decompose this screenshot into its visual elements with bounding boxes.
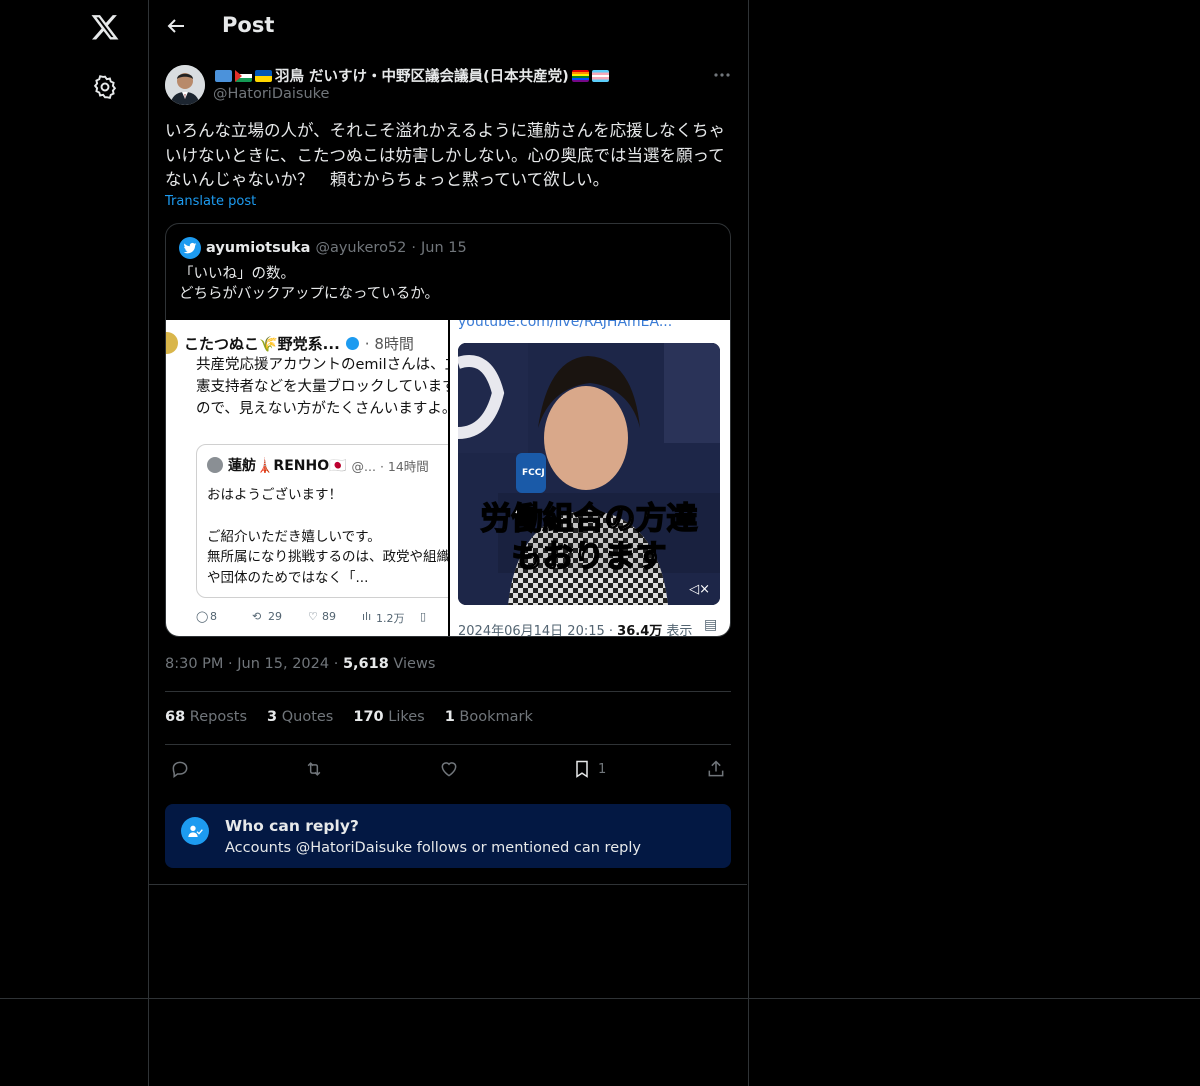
- who-can-reply-box: Who can reply? Accounts @HatoriDaisuke f…: [165, 804, 731, 868]
- left-stat-repost-icon: ⟲: [252, 610, 262, 623]
- left-inner-author-row: 蓮舫🗼RENHO🇯🇵 @... · 14時間: [207, 455, 429, 475]
- reply-icon: [172, 761, 188, 778]
- right-img-footer-label: 表示: [666, 624, 693, 637]
- post-time[interactable]: 8:30 PM: [165, 656, 223, 672]
- divider: [165, 744, 731, 745]
- ukraine-flag-icon: [255, 69, 272, 82]
- rainbow-flag-icon: [571, 69, 589, 82]
- right-img-video: FCCJ 労働組合の方達 もおります ◁×: [458, 343, 720, 605]
- left-inner-avatar: [207, 457, 223, 473]
- bird-icon: [183, 242, 197, 254]
- right-img-footer: 2024年06月14日 20:15 · 36.4万 表示: [458, 620, 693, 637]
- mute-icon: ◁×: [689, 582, 710, 597]
- meta-dot: ·: [333, 656, 343, 672]
- views-label: Views: [393, 656, 436, 672]
- translate-post-link[interactable]: Translate post: [165, 194, 256, 209]
- divider: [165, 691, 731, 692]
- right-img-mic-label: FCCJ: [522, 468, 545, 478]
- left-stat-repost: 29: [268, 610, 282, 623]
- quote-author-handle: @ayukero52: [315, 240, 407, 256]
- post-column: Post 羽鳥 だいすけ・中野区議会議員(日本共産党) @HatoriDaisu…: [149, 0, 749, 1086]
- gear-icon[interactable]: [92, 74, 118, 100]
- who-can-reply-title: Who can reply?: [225, 817, 359, 835]
- left-stat-like: 89: [322, 610, 336, 623]
- quote-dot: ·: [411, 240, 417, 256]
- left-img-avatar: [166, 332, 178, 354]
- repost-icon: [307, 762, 321, 776]
- left-img-inner-card: 蓮舫🗼RENHO🇯🇵 @... · 14時間 おはようございます！ ご紹介いただ…: [196, 444, 448, 598]
- left-inner-text2: ご紹介いただき嬉しいです。: [207, 529, 381, 545]
- left-img-author: こたつぬこ🌾野党系...: [184, 334, 340, 353]
- quote-avatar: [179, 237, 201, 259]
- author-handle[interactable]: @HatoriDaisuke: [213, 86, 329, 102]
- quote-image-left[interactable]: こたつぬこ🌾野党系... · 8時間 共産党応援アカウントのemilさんは、立憲…: [166, 320, 448, 636]
- un-flag-icon: [215, 69, 232, 82]
- right-img-footer-date: 2024年06月14日 20:15 ·: [458, 624, 614, 637]
- bookmark-button[interactable]: 1: [572, 757, 606, 781]
- share-button[interactable]: [706, 757, 726, 781]
- bookmark-icon: [576, 760, 588, 778]
- bookmarks-stat[interactable]: 1 Bookmark: [445, 709, 533, 725]
- page-title: Post: [222, 13, 275, 37]
- meta-dot: ·: [228, 656, 238, 672]
- reply-button[interactable]: [170, 757, 190, 781]
- mention-user-icon: [181, 817, 209, 845]
- left-inner-meta: @... · 14時間: [351, 458, 429, 474]
- avatar[interactable]: [165, 65, 205, 105]
- post-timestamp: 8:30 PM · Jun 15, 2024 · 5,618 Views: [165, 656, 435, 672]
- quote-header: ayumiotsuka @ayukero52 · Jun 15: [179, 237, 467, 259]
- quote-text: 「いいね」の数。 どちらがバックアップになっているか。: [179, 266, 439, 302]
- reposts-stat[interactable]: 68 Reposts: [165, 709, 247, 725]
- palestine-flag-icon: [235, 69, 252, 82]
- left-stat-views: 1.2万: [376, 612, 405, 625]
- quoted-post[interactable]: ayumiotsuka @ayukero52 · Jun 15 「いいね」の数。…: [165, 223, 731, 637]
- quote-author-name: ayumiotsuka: [206, 240, 311, 256]
- repost-button[interactable]: [303, 757, 325, 781]
- share-icon: [708, 760, 724, 777]
- left-inner-text1: おはようございます！: [207, 487, 342, 503]
- quote-image-right[interactable]: youtube.com/live/RAJHAmEA... FCCJ 労働組合の方…: [450, 320, 730, 637]
- back-arrow-icon[interactable]: [164, 14, 188, 38]
- right-img-caption2: もおります: [511, 538, 668, 576]
- quotes-stat[interactable]: 3 Quotes: [267, 709, 333, 725]
- quote-date: Jun 15: [421, 240, 467, 256]
- heart-icon: [441, 762, 457, 777]
- verified-icon: [345, 336, 359, 350]
- left-img-author-row: こたつぬこ🌾野党系... · 8時間: [166, 332, 448, 354]
- author-name: 羽鳥 だいすけ・中野区議会議員(日本共産党): [275, 69, 569, 85]
- left-stat-bookmark-icon: ▯: [420, 610, 427, 623]
- bookmark-count: 1: [598, 761, 607, 777]
- left-nav: [0, 0, 149, 1086]
- post-text: いろんな立場の人が、それこそ溢れかえるように蓮舫さんを応援しなくちゃいけないとき…: [165, 121, 726, 189]
- post-bottom-border: [149, 884, 747, 885]
- who-can-reply-subtitle: Accounts @HatoriDaisuke follows or menti…: [225, 840, 641, 856]
- action-bar: 1: [165, 757, 731, 781]
- left-inner-author: 蓮舫🗼RENHO🇯🇵: [228, 458, 347, 474]
- transgender-flag-icon: [591, 69, 609, 82]
- left-stat-reply: 8: [210, 610, 217, 623]
- right-img-menu-icon: ▤: [704, 617, 718, 633]
- left-inner-text3: 無所属になり挑戦するのは、政党や組織や団体のためではなく「...: [207, 549, 448, 586]
- likes-stat[interactable]: 170 Likes: [353, 709, 424, 725]
- left-img-time: · 8時間: [364, 334, 414, 353]
- left-stat-views-icon: ılı: [362, 610, 372, 623]
- left-img-body: 共産党応援アカウントのemilさんは、立憲支持者などを大量ブロックしていますので…: [196, 357, 448, 417]
- more-options-icon[interactable]: [711, 66, 733, 84]
- right-img-url: youtube.com/live/RAJHAmEA...: [458, 320, 673, 330]
- engagement-stats: 68 Reposts 3 Quotes 170 Likes 1 Bookmark: [165, 709, 533, 725]
- left-stat-like-icon: ♡: [308, 610, 318, 623]
- author-display-name[interactable]: 羽鳥 だいすけ・中野区議会議員(日本共産党): [215, 65, 609, 86]
- views-count: 5,618: [342, 656, 389, 672]
- x-logo-icon[interactable]: [90, 12, 120, 42]
- right-img-footer-views: 36.4万: [617, 624, 663, 637]
- left-stat-reply-icon: ◯: [196, 610, 209, 623]
- post-date[interactable]: Jun 15, 2024: [237, 656, 329, 672]
- like-button[interactable]: [438, 757, 460, 781]
